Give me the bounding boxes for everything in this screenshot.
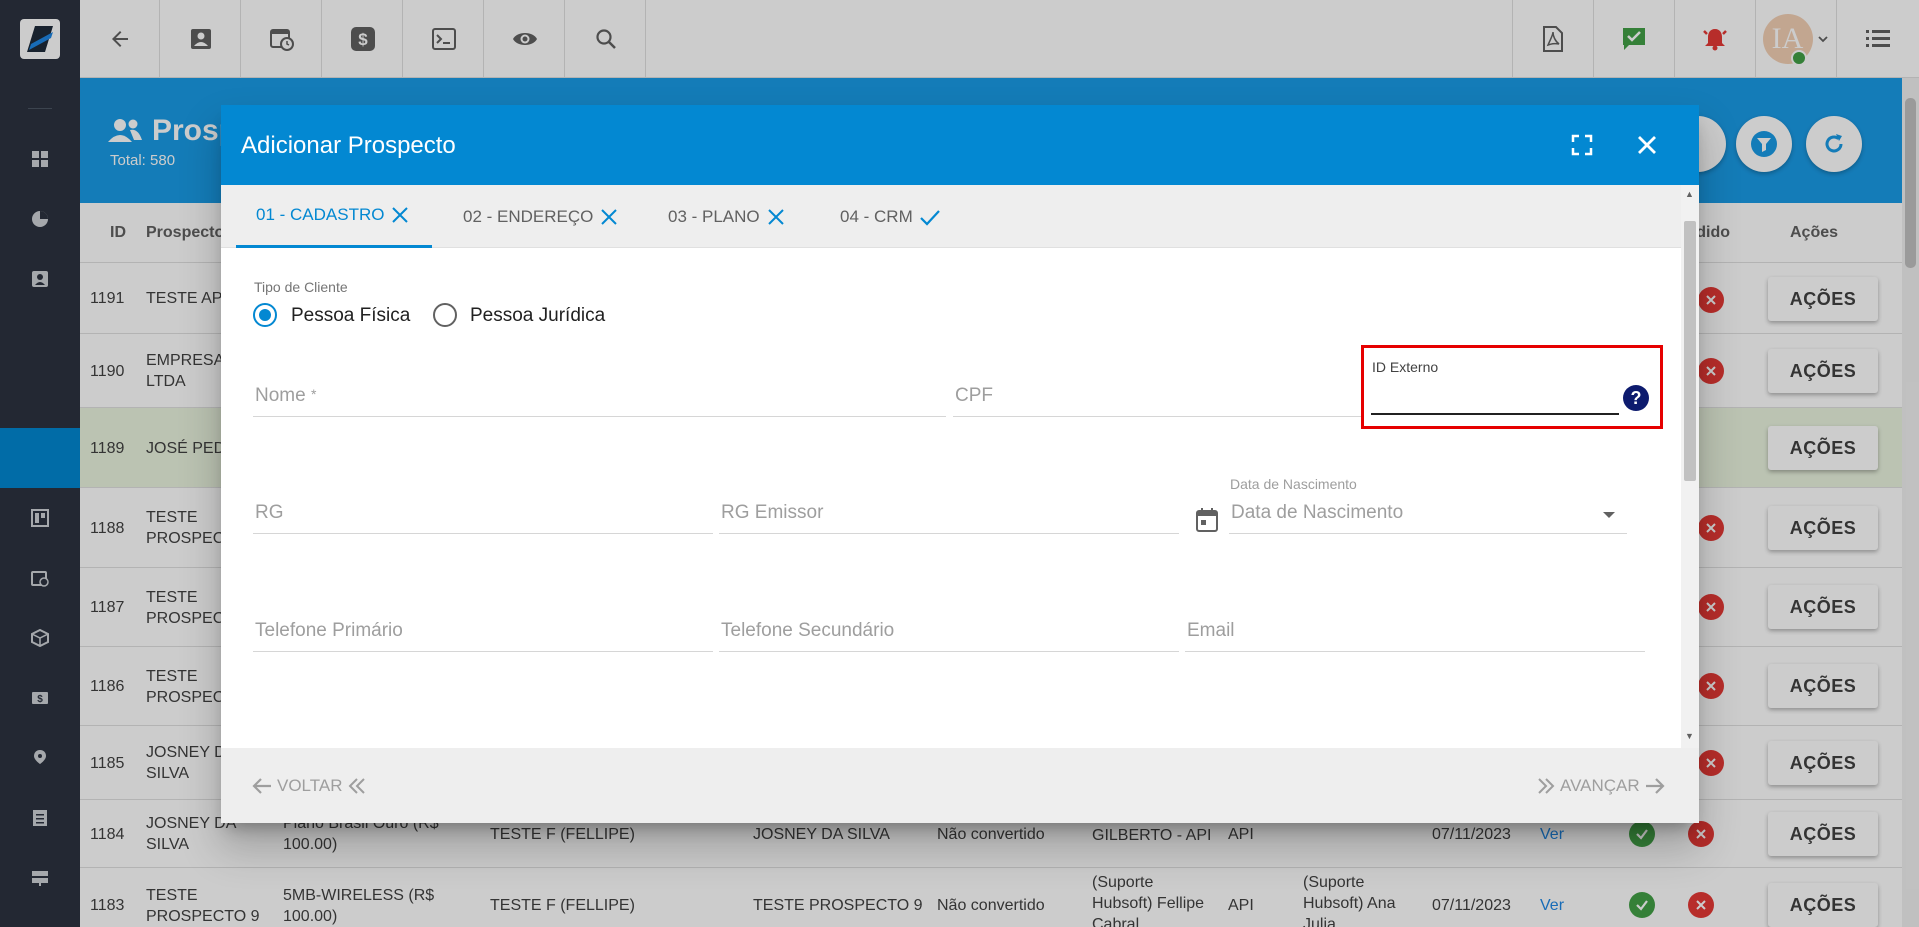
telefone-primario-field[interactable] [253, 612, 713, 652]
tab-cadastro[interactable]: 01 - CADASTRO [236, 185, 432, 248]
rg-emissor-field[interactable] [719, 494, 1179, 534]
close-icon [1638, 136, 1656, 154]
tab-label: 04 - CRM [840, 206, 913, 226]
data-nascimento-input[interactable] [1229, 494, 1627, 532]
cpf-input[interactable] [953, 377, 1363, 415]
calendar-icon[interactable] [1195, 507, 1219, 533]
double-chevron-right-icon [1538, 778, 1555, 794]
id-externo-input[interactable] [1371, 375, 1619, 413]
tab-crm[interactable]: 04 - CRM [840, 185, 950, 248]
id-externo-label: ID Externo [1372, 359, 1439, 375]
add-prospect-dialog: Adicionar Prospecto 01 - CADASTRO 02 - E… [221, 105, 1699, 823]
email-input[interactable] [1185, 612, 1645, 650]
scroll-up-icon[interactable]: ▲ [1685, 189, 1694, 199]
voltar-button[interactable]: VOLTAR [251, 775, 367, 797]
telefone-primario-input[interactable] [253, 612, 713, 650]
tab-endereco[interactable]: 02 - ENDEREÇO [463, 185, 633, 248]
check-icon [919, 209, 940, 226]
tab-label: 03 - PLANO [668, 206, 760, 226]
tipo-cliente-label: Tipo de Cliente [254, 279, 348, 295]
nome-input[interactable] [253, 377, 946, 415]
tab-label: 01 - CADASTRO [256, 205, 385, 224]
help-icon[interactable]: ? [1623, 385, 1649, 411]
data-nascimento-label: Data de Nascimento [1230, 476, 1357, 492]
id-externo-field[interactable] [1371, 375, 1619, 415]
data-nascimento-field[interactable] [1229, 494, 1627, 534]
telefone-secundario-field[interactable] [719, 612, 1179, 652]
double-chevron-left-icon [348, 778, 365, 794]
radio-pessoa-juridica[interactable] [433, 303, 457, 327]
arrow-left-icon [252, 778, 271, 794]
close-button[interactable] [1627, 125, 1667, 165]
avancar-button[interactable]: AVANÇAR [1536, 775, 1666, 797]
dialog-tabs: 01 - CADASTRO 02 - ENDEREÇO 03 - PLANO 0… [221, 185, 1681, 248]
x-icon [601, 208, 618, 225]
voltar-label: VOLTAR [277, 776, 343, 795]
email-field[interactable] [1185, 612, 1645, 652]
scroll-down-icon[interactable]: ▼ [1685, 731, 1694, 741]
radio-pessoa-fisica-label[interactable]: Pessoa Física [291, 305, 410, 327]
arrow-right-icon [1645, 778, 1665, 794]
radio-pessoa-fisica[interactable] [253, 303, 277, 327]
avancar-label: AVANÇAR [1560, 776, 1640, 795]
dropdown-arrow-icon[interactable] [1602, 510, 1616, 520]
x-icon [392, 207, 409, 223]
rg-field[interactable] [253, 494, 713, 534]
dialog-scrollbar-thumb[interactable] [1684, 221, 1696, 481]
rg-input[interactable] [253, 494, 713, 532]
radio-pessoa-juridica-label[interactable]: Pessoa Jurídica [470, 305, 605, 327]
cpf-field[interactable] [953, 377, 1363, 417]
telefone-secundario-input[interactable] [719, 612, 1179, 650]
dialog-title: Adicionar Prospecto [241, 132, 456, 159]
dialog-header: Adicionar Prospecto [221, 105, 1699, 185]
tab-label: 02 - ENDEREÇO [463, 206, 594, 226]
x-icon [767, 208, 784, 225]
nome-field[interactable] [253, 377, 946, 417]
fullscreen-icon [1571, 134, 1593, 156]
rg-emissor-input[interactable] [719, 494, 1179, 532]
tab-plano[interactable]: 03 - PLANO [668, 185, 798, 248]
required-marker: * [311, 386, 317, 402]
dialog-footer: VOLTAR AVANÇAR [221, 748, 1699, 823]
fullscreen-button[interactable] [1562, 125, 1602, 165]
dialog-scrollbar[interactable]: ▲ ▼ [1681, 185, 1699, 748]
